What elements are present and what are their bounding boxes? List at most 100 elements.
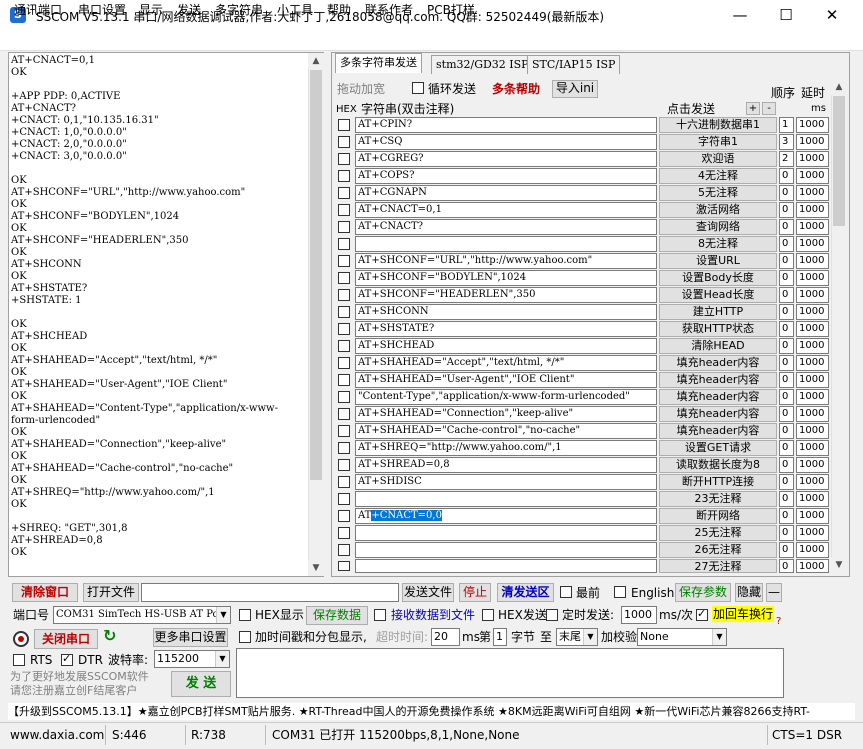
drag-widen-label[interactable]: 拖动加宽 [337,81,385,97]
save-data-button[interactable]: 保存数据 [306,606,368,625]
row-hex-checkbox[interactable] [338,119,350,131]
row-hex-checkbox[interactable] [338,476,350,488]
row-send-button[interactable]: 23无注释 [659,491,777,507]
row-string-input[interactable]: AT+SHCONN [355,304,657,320]
multi-scroll-thumb[interactable] [833,96,845,226]
row-order-input[interactable]: 0 [779,389,794,405]
menu-comm-port[interactable]: 通讯端口 [14,1,62,19]
row-send-button[interactable]: 建立HTTP [659,304,777,320]
row-string-input[interactable]: AT+SHCONF="HEADERLEN",350 [355,287,657,303]
row-send-button[interactable]: 字符串1 [659,134,777,150]
row-order-input[interactable]: 3 [779,134,794,150]
row-hex-checkbox[interactable] [338,323,350,335]
multi-help-button[interactable]: 多条帮助 [492,81,540,97]
row-delay-input[interactable]: 1000 [796,440,829,456]
end-select[interactable]: 末尾 ▼ [556,628,598,646]
scroll-up-icon[interactable]: ▲ [308,53,324,69]
send-file-button[interactable]: 发送文件 [402,583,454,602]
row-hex-checkbox[interactable] [338,459,350,471]
tab-multi-string[interactable]: 多条字符串发送 [335,53,422,73]
row-string-input[interactable]: AT+SHREQ="http://www.yahoo.com/",1 [355,440,657,456]
row-send-button[interactable]: 4无注释 [659,168,777,184]
row-order-input[interactable]: 0 [779,236,794,252]
row-string-input[interactable]: AT+CPIN? [355,117,657,133]
row-order-input[interactable]: 0 [779,406,794,422]
row-delay-input[interactable]: 1000 [796,525,829,541]
row-hex-checkbox[interactable] [338,391,350,403]
clear-window-button[interactable]: 清除窗口 [12,583,78,602]
row-string-input[interactable]: AT+SHDISC [355,474,657,490]
topmost-checkbox[interactable] [560,586,572,598]
row-hex-checkbox[interactable] [338,238,350,250]
row-send-button[interactable]: 设置Head长度 [659,287,777,303]
row-hex-checkbox[interactable] [338,544,350,556]
row-order-input[interactable]: 0 [779,338,794,354]
row-delay-input[interactable]: 1000 [796,185,829,201]
row-string-input[interactable]: AT+SHCHEAD [355,338,657,354]
row-delay-input[interactable]: 1000 [796,355,829,371]
row-hex-checkbox[interactable] [338,204,350,216]
timed-interval-input[interactable]: 1000 [621,606,657,624]
row-order-input[interactable]: 0 [779,168,794,184]
row-hex-checkbox[interactable] [338,493,350,505]
row-send-button[interactable]: 获取HTTP状态 [659,321,777,337]
recv-to-file-checkbox[interactable] [374,609,386,621]
row-send-button[interactable]: 十六进制数据串1 [659,117,777,133]
row-string-input[interactable]: "Content-Type","application/x-www-form-u… [355,389,657,405]
row-order-input[interactable]: 0 [779,287,794,303]
row-hex-checkbox[interactable] [338,527,350,539]
checksum-select[interactable]: None ▼ [637,628,727,646]
row-order-input[interactable]: 0 [779,559,794,573]
row-delay-input[interactable]: 1000 [796,423,829,439]
row-string-input[interactable]: AT+CNACT? [355,219,657,235]
row-delay-input[interactable]: 1000 [796,236,829,252]
clear-send-button[interactable]: 清发送区 [497,583,554,602]
timestamp-checkbox[interactable] [239,631,251,643]
row-hex-checkbox[interactable] [338,340,350,352]
row-delay-input[interactable]: 1000 [796,508,829,524]
receive-area[interactable]: AT+CNACT=0,1 OK +APP PDP: 0,ACTIVE AT+CN… [8,52,324,577]
row-string-input[interactable] [355,236,657,252]
hide-button[interactable]: 隐藏 [735,583,763,602]
row-hex-checkbox[interactable] [338,374,350,386]
remove-row-button[interactable]: - [762,102,776,115]
row-order-input[interactable]: 0 [779,542,794,558]
help-question-icon[interactable]: ? [776,614,781,630]
row-hex-checkbox[interactable] [338,289,350,301]
save-params-button[interactable]: 保存参数 [675,583,731,602]
more-settings-button[interactable]: 更多串口设置 [153,628,228,647]
row-order-input[interactable]: 0 [779,219,794,235]
row-send-button[interactable]: 设置GET请求 [659,440,777,456]
row-hex-checkbox[interactable] [338,510,350,522]
row-send-button[interactable]: 25无注释 [659,525,777,541]
open-file-button[interactable]: 打开文件 [83,583,139,602]
row-hex-checkbox[interactable] [338,187,350,199]
nth-input[interactable]: 1 [493,628,507,646]
menu-help[interactable]: 帮助 [327,1,351,19]
row-hex-checkbox[interactable] [338,306,350,318]
row-order-input[interactable]: 0 [779,270,794,286]
send-button[interactable]: 发 送 [171,671,231,697]
row-order-input[interactable]: 0 [779,457,794,473]
row-delay-input[interactable]: 1000 [796,287,829,303]
row-string-input[interactable] [355,525,657,541]
row-send-button[interactable]: 设置URL [659,253,777,269]
row-delay-input[interactable]: 1000 [796,474,829,490]
menu-contact-author[interactable]: 联系作者 [365,1,413,19]
row-order-input[interactable]: 1 [779,117,794,133]
row-send-button[interactable]: 清除HEAD [659,338,777,354]
row-delay-input[interactable]: 1000 [796,117,829,133]
row-order-input[interactable]: 0 [779,508,794,524]
row-string-input[interactable]: AT+COPS? [355,168,657,184]
row-send-button[interactable]: 填充header内容 [659,406,777,422]
row-delay-input[interactable]: 1000 [796,168,829,184]
refresh-icon[interactable]: ↻ [103,628,116,644]
port-select[interactable]: COM31 SimTech HS-USB AT Po: ▼ [53,606,231,624]
row-hex-checkbox[interactable] [338,442,350,454]
row-send-button[interactable]: 填充header内容 [659,372,777,388]
menu-multi-string[interactable]: 多字符串 [215,1,263,19]
timeout-input[interactable]: 20 [431,628,460,646]
tab-stc-isp[interactable]: STC/IAP15 ISP [527,55,621,74]
row-hex-checkbox[interactable] [338,221,350,233]
row-hex-checkbox[interactable] [338,408,350,420]
